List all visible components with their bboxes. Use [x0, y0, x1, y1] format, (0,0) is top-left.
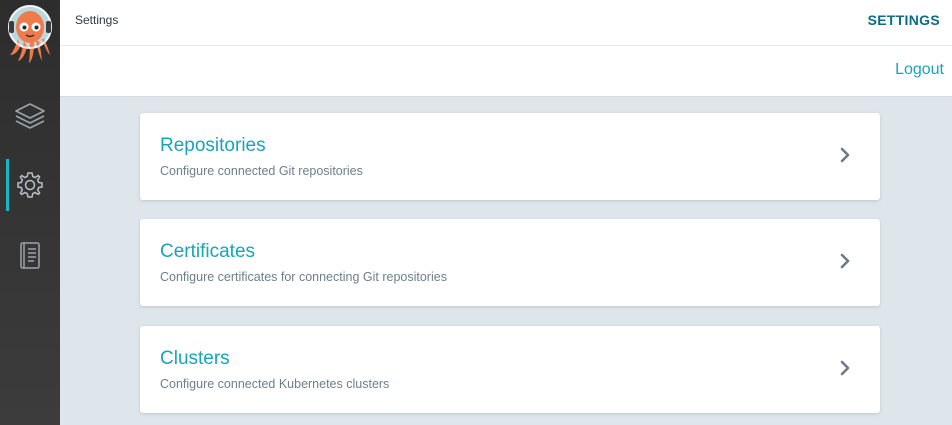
settings-card-certificates[interactable]: Certificates Configure certificates for …: [140, 219, 880, 306]
sidebar-item-user-info[interactable]: [0, 230, 60, 282]
settings-card-clusters[interactable]: Clusters Configure connected Kubernetes …: [140, 326, 880, 413]
card-title: Repositories: [160, 135, 266, 156]
breadcrumb: Settings: [75, 13, 119, 27]
gear-icon: [17, 172, 43, 198]
card-title: Certificates: [160, 241, 256, 262]
octopus-logo-icon: [8, 5, 52, 63]
top-bar: Settings SETTINGS: [60, 0, 952, 46]
card-title: Clusters: [160, 348, 230, 369]
sidebar-item-applications[interactable]: [0, 90, 60, 142]
chevron-right-icon: [840, 360, 850, 376]
card-description: Configure certificates for connecting Gi…: [160, 270, 447, 284]
sidebar: [0, 0, 60, 425]
chevron-right-icon: [840, 253, 850, 269]
settings-card-repositories[interactable]: Repositories Configure connected Git rep…: [140, 113, 880, 200]
sidebar-item-settings[interactable]: [0, 159, 60, 211]
notebook-icon: [20, 242, 40, 269]
argo-logo[interactable]: [0, 0, 60, 68]
chevron-right-icon: [840, 147, 850, 163]
action-bar: Logout: [60, 46, 952, 97]
card-description: Configure connected Git repositories: [160, 164, 363, 178]
layers-icon: [15, 103, 45, 129]
page-title: SETTINGS: [867, 12, 940, 28]
logout-button[interactable]: Logout: [895, 61, 944, 79]
card-description: Configure connected Kubernetes clusters: [160, 377, 390, 391]
